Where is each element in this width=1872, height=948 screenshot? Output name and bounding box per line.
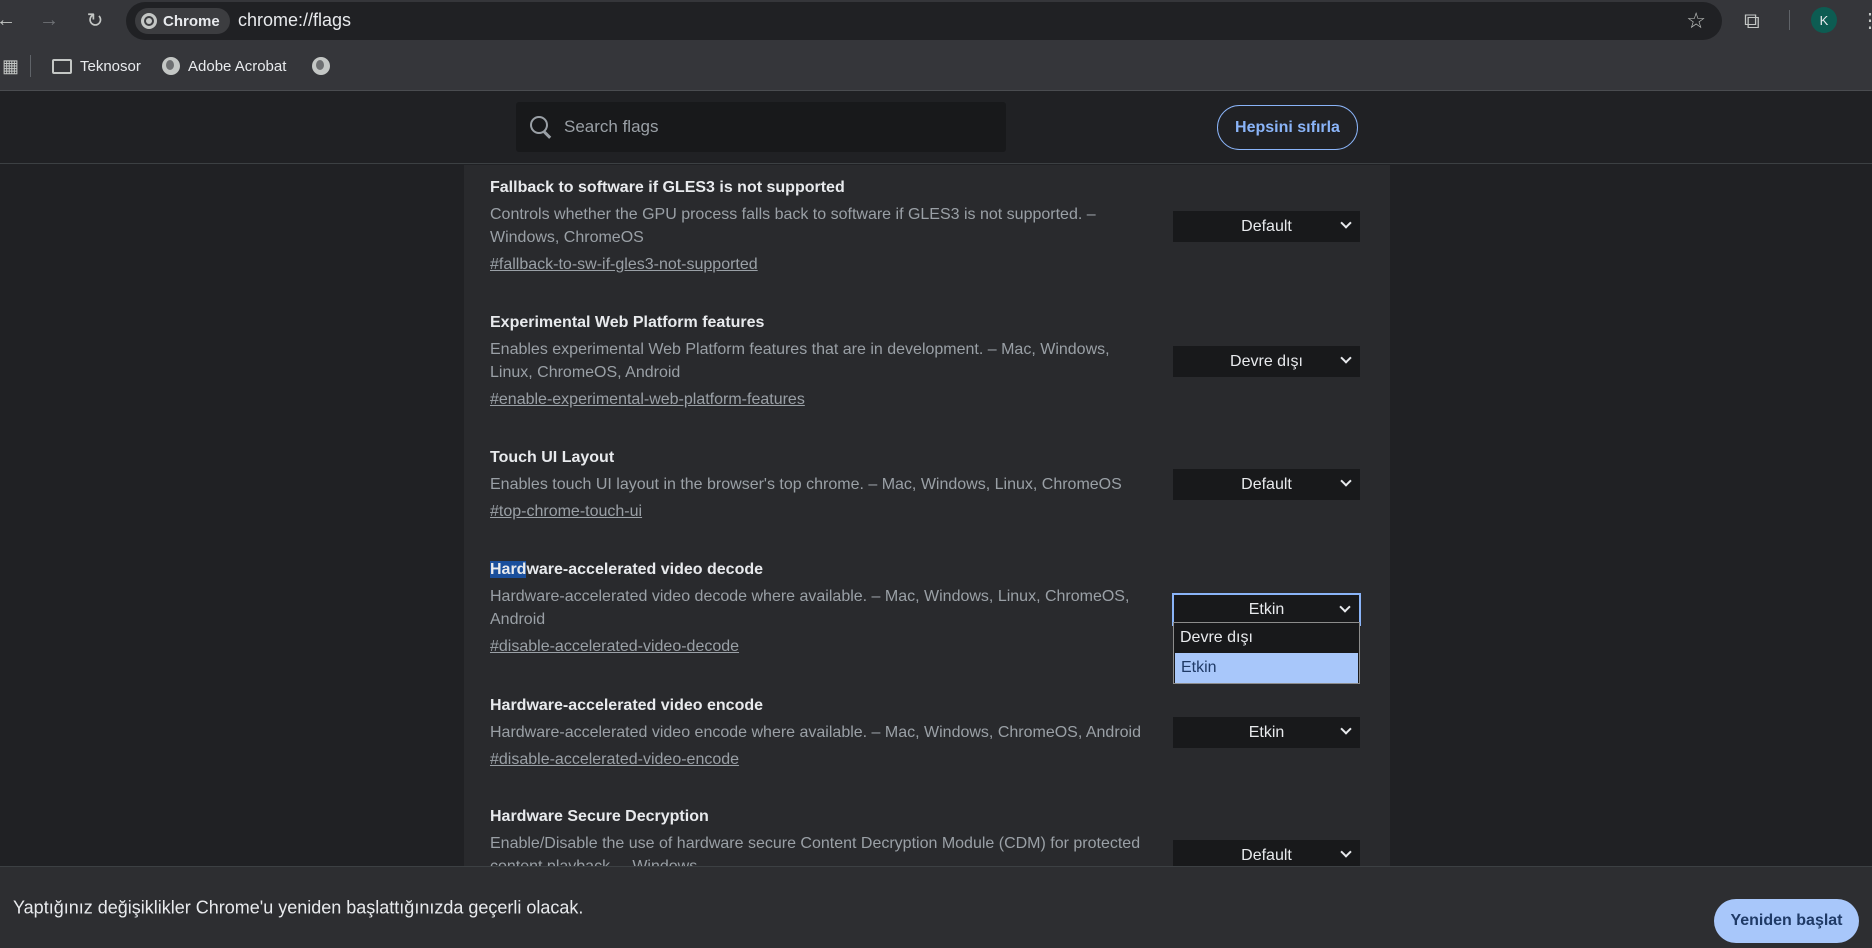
globe-icon	[162, 57, 180, 75]
chevron-down-icon	[1340, 352, 1352, 364]
flag-select-value: Default	[1241, 217, 1292, 235]
flag-select[interactable]: Default	[1173, 840, 1360, 866]
flags-list: Fallback to software if GLES3 is not sup…	[464, 165, 1390, 866]
bookmark-adobe-acrobat[interactable]: Adobe Acrobat	[162, 53, 286, 79]
flag-link[interactable]: #top-chrome-touch-ui	[490, 503, 642, 521]
search-icon	[530, 116, 552, 138]
flag-link[interactable]: #fallback-to-sw-if-gles3-not-supported	[490, 256, 758, 274]
flag-select-value: Etkin	[1248, 723, 1285, 741]
flag-select-value: Etkin	[1248, 600, 1285, 618]
bookmark-label: Adobe Acrobat	[188, 57, 287, 75]
flag-description: Controls whether the GPU process falls b…	[490, 206, 1096, 246]
flag-description: Enables touch UI layout in the browser's…	[490, 476, 1122, 493]
flag-title: Touch UI Layout	[490, 449, 615, 466]
flags-header: Hepsini sıfırla	[0, 92, 1872, 164]
bookmarks-divider	[30, 55, 31, 77]
flag-title: Fallback to software if GLES3 is not sup…	[490, 179, 845, 196]
site-chip-label: Chrome	[163, 12, 220, 30]
chevron-down-icon	[1340, 475, 1352, 487]
extensions-icon[interactable]: ⧉	[1744, 8, 1760, 34]
site-chip[interactable]: Chrome	[135, 8, 230, 34]
url-text[interactable]: chrome://flags	[238, 10, 351, 31]
restart-button[interactable]: Yeniden başlat	[1714, 899, 1859, 943]
folder-icon	[52, 58, 72, 74]
browser-toolbar: ← → ↻ Chrome chrome://flags ☆ ⧉ K ⋮	[0, 0, 1872, 41]
search-input[interactable]	[564, 117, 984, 137]
flag-link[interactable]: #disable-accelerated-video-decode	[490, 638, 739, 656]
flag-select-value: Default	[1241, 475, 1292, 493]
search-box[interactable]	[516, 102, 1006, 152]
dropdown-option-enabled[interactable]: Etkin	[1175, 653, 1358, 683]
more-menu-icon[interactable]: ⋮	[1860, 8, 1872, 33]
chevron-down-icon	[1340, 846, 1352, 858]
chevron-down-icon	[1339, 601, 1351, 613]
dropdown-option-disabled[interactable]: Devre dışı	[1174, 623, 1359, 653]
flag-select[interactable]: Devre dışı	[1173, 346, 1360, 377]
flag-title-rest: ware-accelerated video decode	[526, 561, 764, 578]
flag-select-value: Devre dışı	[1230, 352, 1303, 370]
bookmark-teknosor[interactable]: Teknosor	[52, 53, 141, 79]
reload-icon[interactable]: ↻	[83, 8, 107, 32]
chevron-down-icon	[1340, 723, 1352, 735]
bookmark-star-icon[interactable]: ☆	[1686, 8, 1706, 34]
flag-link[interactable]: #disable-accelerated-video-encode	[490, 751, 739, 769]
restart-bar: Yaptığınız değişiklikler Chrome'u yenide…	[0, 866, 1872, 948]
flag-link[interactable]: #enable-experimental-web-platform-featur…	[490, 391, 805, 409]
flag-select[interactable]: Default	[1173, 211, 1360, 242]
back-arrow-icon[interactable]: ←	[0, 8, 18, 32]
flag-title: Hardware Secure Decryption	[490, 808, 709, 825]
flag-select[interactable]: Default	[1173, 469, 1360, 500]
flag-description: Hardware-accelerated video decode where …	[490, 588, 1130, 628]
search-highlight: Hard	[490, 561, 527, 578]
reset-all-button[interactable]: Hepsini sıfırla	[1217, 105, 1358, 150]
select-dropdown-list: Devre dışı Etkin	[1173, 622, 1360, 684]
restart-message: Yaptığınız değişiklikler Chrome'u yenide…	[13, 897, 584, 918]
flag-description: Hardware-accelerated video encode where …	[490, 724, 1141, 741]
bookmark-label: Teknosor	[80, 57, 141, 75]
globe-icon	[312, 57, 330, 75]
chrome-logo-icon	[141, 13, 157, 29]
address-bar[interactable]: Chrome chrome://flags ☆	[126, 2, 1722, 40]
apps-grid-icon[interactable]: ▦	[2, 56, 19, 77]
bookmarks-bar: ▦ Teknosor Adobe Acrobat	[0, 41, 1872, 91]
flag-select[interactable]: Etkin	[1173, 717, 1360, 748]
toolbar-divider	[1789, 10, 1790, 30]
flag-title: Hardware-accelerated video decode	[490, 561, 763, 579]
flag-description: Enable/Disable the use of hardware secur…	[490, 835, 1141, 866]
profile-avatar[interactable]: K	[1811, 7, 1837, 33]
forward-arrow-icon[interactable]: →	[37, 8, 61, 32]
chevron-down-icon	[1340, 217, 1352, 229]
flag-select-value: Default	[1241, 846, 1292, 864]
flag-title: Experimental Web Platform features	[490, 314, 765, 331]
flag-title: Hardware-accelerated video encode	[490, 697, 764, 714]
bookmark-untitled[interactable]	[312, 53, 330, 79]
flag-description: Enables experimental Web Platform featur…	[490, 341, 1110, 381]
